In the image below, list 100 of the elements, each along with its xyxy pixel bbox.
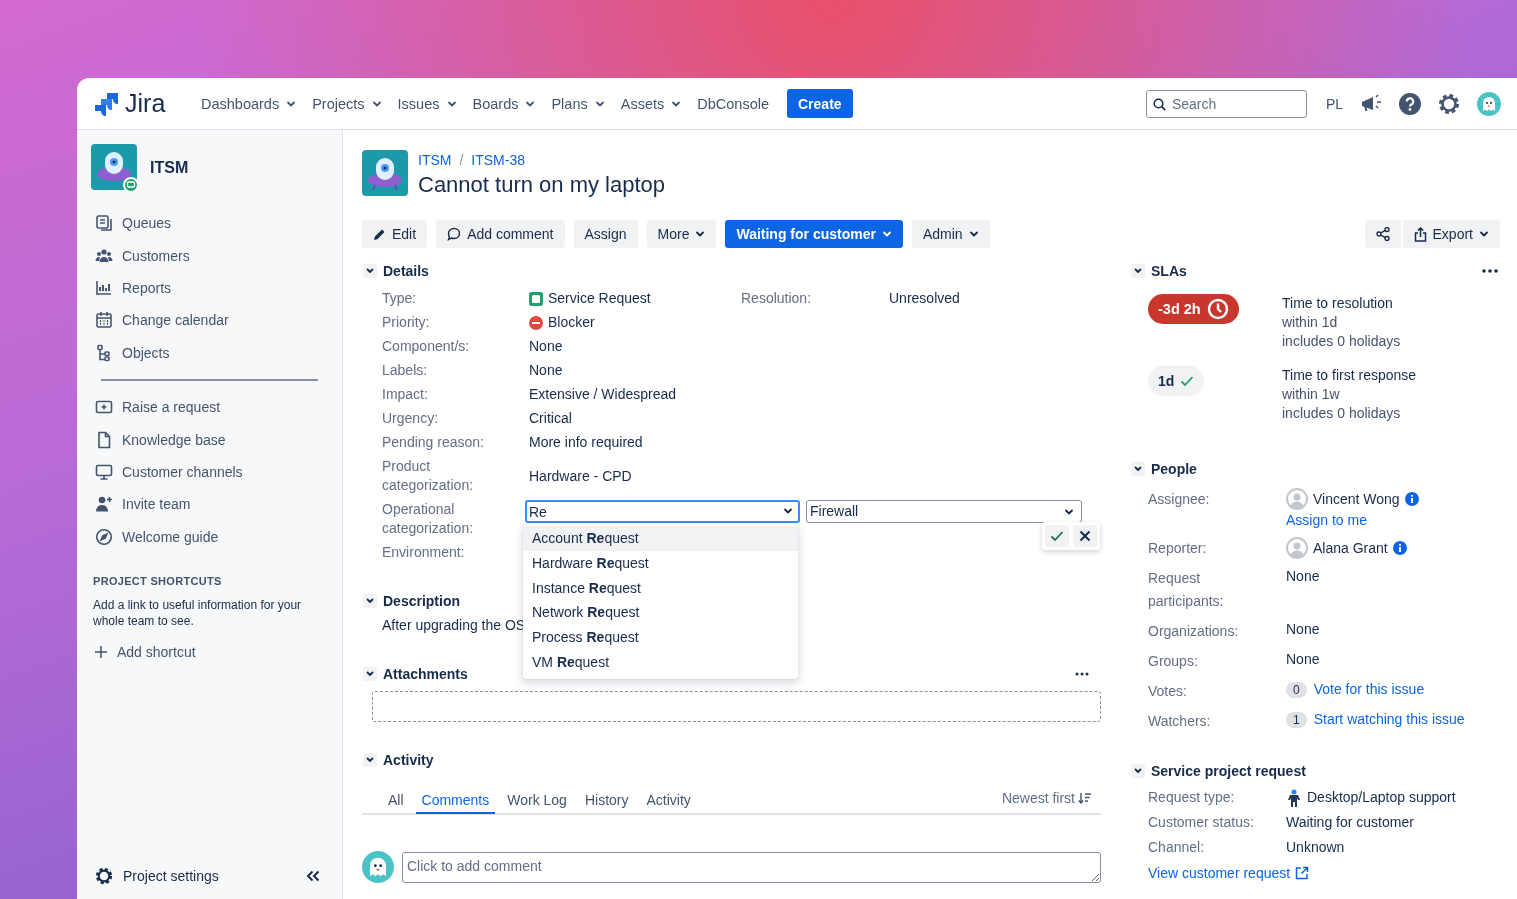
field-label: Assignee:: [1148, 491, 1210, 507]
more-icon[interactable]: [1075, 672, 1089, 676]
sidebar-item[interactable]: Raise a request: [77, 390, 342, 424]
section-title: PROJECT SHORTCUTS: [93, 574, 223, 587]
project-avatar[interactable]: [91, 144, 139, 192]
collapse-icon[interactable]: [306, 870, 320, 882]
external-link-icon: [1295, 866, 1310, 880]
search-field[interactable]: Search: [1145, 89, 1307, 118]
select-field[interactable]: Firewall: [806, 500, 1082, 523]
create-button[interactable]: Create: [787, 89, 853, 118]
view-request-link[interactable]: View customer request: [1148, 865, 1310, 881]
nav-menu[interactable]: Boards: [466, 91, 542, 116]
section-heading[interactable]: Description: [383, 593, 460, 609]
field-label: Request participants:: [1148, 570, 1224, 609]
bar-chart-icon: [95, 278, 113, 297]
sidebar-item[interactable]: Invite team: [77, 488, 342, 521]
menu-item[interactable]: Hardware Request: [523, 550, 798, 576]
share-icon: [1375, 227, 1390, 241]
sidebar-item[interactable]: Customers: [77, 239, 342, 272]
action-button[interactable]: More: [646, 220, 717, 248]
sidebar-item[interactable]: Welcome guide: [77, 520, 342, 553]
action-button[interactable]: Assign: [573, 220, 638, 248]
person-add-icon: [95, 495, 113, 514]
cancel-button[interactable]: [1073, 525, 1097, 547]
megaphone-icon[interactable]: [1360, 93, 1382, 114]
field-label: Channel:: [1148, 838, 1206, 857]
tab[interactable]: Work Log: [501, 784, 573, 814]
action-button[interactable]: Add comment: [436, 220, 565, 248]
language-button[interactable]: PL: [1325, 95, 1343, 112]
project-avatar[interactable]: [362, 150, 408, 196]
action-button[interactable]: Admin: [911, 220, 990, 248]
nav-menu[interactable]: Issues: [391, 91, 463, 116]
help-icon[interactable]: [1399, 92, 1421, 115]
sidebar-item[interactable]: Queues: [77, 207, 342, 240]
product-name[interactable]: Jira: [125, 89, 166, 118]
menu-item[interactable]: Process Request: [523, 625, 798, 650]
field-value: Critical: [529, 409, 572, 428]
user-name[interactable]: Alana Grant: [1313, 538, 1388, 558]
section-heading[interactable]: People: [1151, 461, 1197, 477]
combo-box[interactable]: Re: [525, 500, 800, 523]
nav-menu[interactable]: Projects: [306, 91, 388, 116]
settings-icon[interactable]: [1438, 92, 1460, 115]
drop-zone[interactable]: [372, 691, 1101, 722]
tab[interactable]: History: [578, 784, 635, 814]
field-label: Type:: [382, 290, 417, 306]
project-settings-link[interactable]: Project settings: [95, 867, 219, 885]
person-icon: [1286, 788, 1302, 807]
nav-menu[interactable]: DbConsole: [691, 91, 775, 116]
sort-button[interactable]: Newest first: [1001, 790, 1101, 806]
user-name[interactable]: Vincent Wong: [1313, 489, 1400, 509]
action-link[interactable]: Vote for this issue: [1313, 680, 1425, 699]
nav-menu[interactable]: Assets: [614, 91, 688, 116]
sidebar-item[interactable]: Reports: [77, 271, 342, 305]
menu-item[interactable]: VM Request: [523, 650, 798, 675]
assign-link[interactable]: Assign to me: [1286, 511, 1500, 530]
breadcrumb-link[interactable]: ITSM-38: [471, 152, 526, 168]
sidebar-item[interactable]: Knowledge base: [77, 423, 342, 456]
tab[interactable]: Comments: [415, 784, 496, 814]
share-button[interactable]: [1364, 220, 1401, 248]
chevron-icon[interactable]: [363, 753, 377, 767]
nav-menu[interactable]: Dashboards: [195, 91, 303, 116]
section-heading[interactable]: Service project request: [1151, 763, 1306, 779]
action-button[interactable]: Edit: [362, 220, 428, 248]
export-button[interactable]: Export: [1402, 220, 1500, 248]
section-heading[interactable]: Details: [383, 263, 429, 279]
queue-icon: [95, 214, 113, 233]
tab[interactable]: All: [382, 784, 410, 814]
caret-icon: [1479, 229, 1489, 239]
sidebar-item[interactable]: Customer channels: [77, 455, 342, 489]
section-heading[interactable]: Activity: [383, 752, 434, 768]
chevron-icon[interactable]: [363, 594, 377, 608]
section-heading[interactable]: Attachments: [383, 666, 468, 682]
chevron-icon[interactable]: [1131, 764, 1145, 778]
chevron-icon[interactable]: [363, 667, 377, 681]
action-link[interactable]: Start watching this issue: [1313, 710, 1465, 729]
field-label: Pending reason:: [382, 434, 484, 450]
menu-item[interactable]: Network Request: [523, 600, 798, 626]
breadcrumb-link[interactable]: ITSM: [418, 152, 452, 168]
field-value: More info required: [529, 433, 643, 452]
sla-text: includes 0 holidays: [1282, 332, 1402, 351]
action-button[interactable]: Waiting for customer: [725, 220, 903, 248]
sidebar-item[interactable]: Objects: [77, 336, 342, 369]
chevron-icon[interactable]: [1131, 462, 1145, 476]
comment-field[interactable]: Click to add comment: [402, 851, 1101, 883]
sidebar-item[interactable]: Change calendar: [77, 304, 342, 337]
nav-menu[interactable]: Plans: [545, 91, 611, 116]
add-shortcut-link[interactable]: Add shortcut: [77, 643, 342, 660]
confirm-button[interactable]: [1045, 525, 1069, 547]
more-icon[interactable]: [1482, 269, 1498, 273]
tab[interactable]: Activity: [640, 784, 697, 814]
chevron-icon[interactable]: [1131, 264, 1145, 278]
section-heading[interactable]: SLAs: [1151, 263, 1187, 279]
request-type-icon: [529, 291, 543, 306]
chevron-icon[interactable]: [363, 264, 377, 278]
info-icon[interactable]: [1404, 492, 1419, 506]
menu-item[interactable]: Account Request: [523, 526, 798, 551]
info-icon[interactable]: [1392, 541, 1407, 555]
logo-icon[interactable]: [95, 91, 119, 116]
count-badge: 1: [1286, 711, 1307, 728]
menu-item[interactable]: Instance Request: [523, 575, 798, 601]
